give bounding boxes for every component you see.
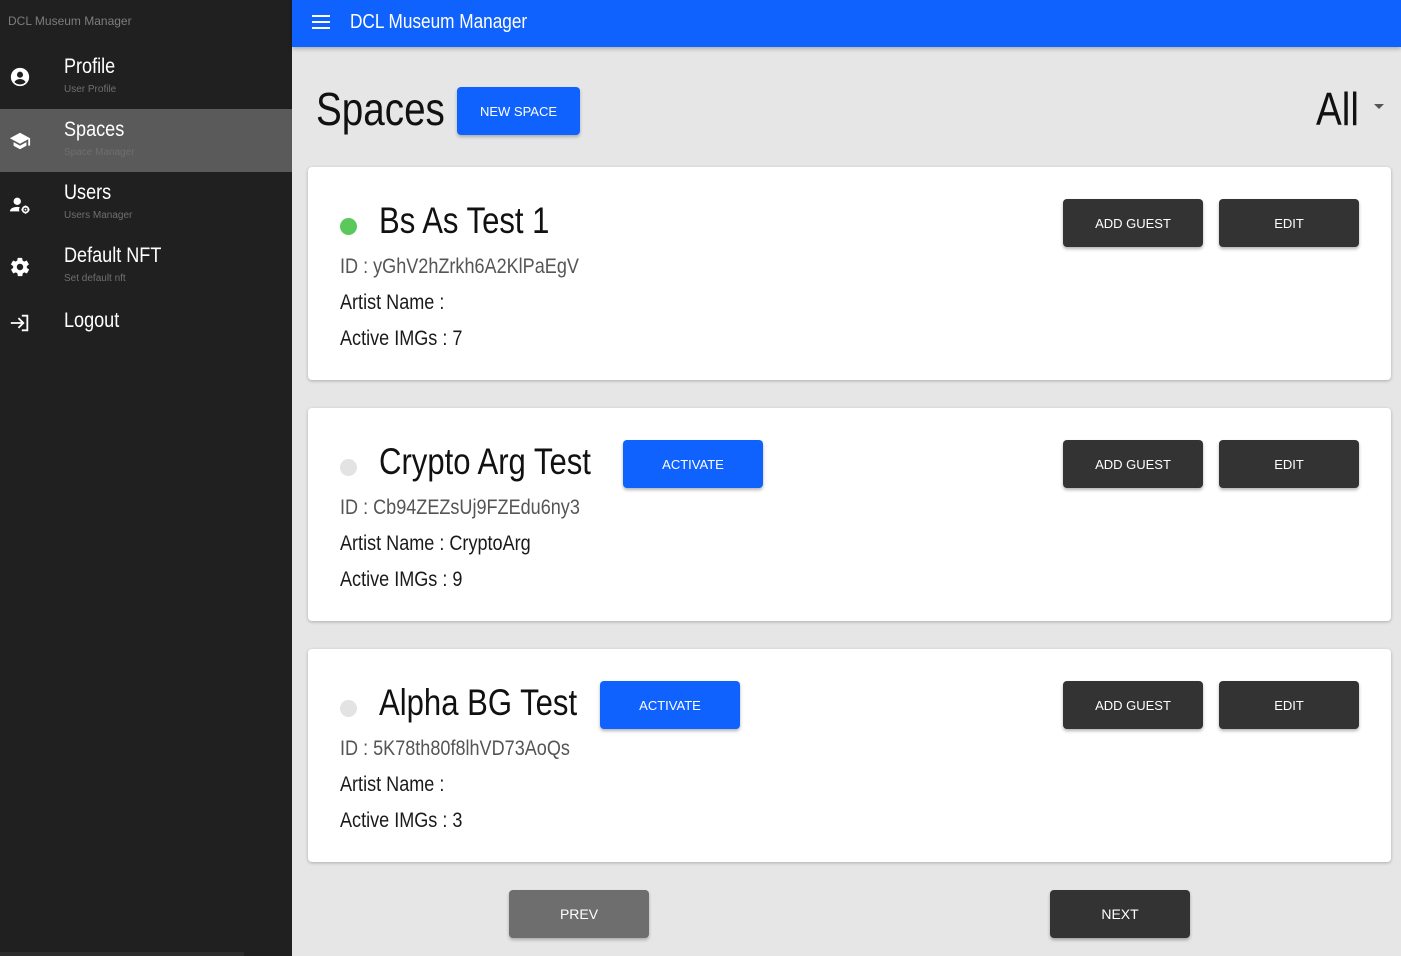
sidebar-item-users[interactable]: Users Users Manager bbox=[0, 172, 292, 235]
status-indicator-dot bbox=[340, 218, 357, 235]
status-indicator-dot bbox=[340, 459, 357, 476]
sidebar-scrollbar[interactable] bbox=[0, 952, 244, 956]
filter-selected-value: All bbox=[1316, 83, 1359, 135]
sidebar-item-sublabel: Users Manager bbox=[64, 210, 133, 221]
next-page-button[interactable]: NEXT bbox=[1050, 890, 1190, 938]
space-id: ID : Cb94ZEZsUj9FZEdu6ny3 bbox=[340, 496, 580, 519]
activate-button[interactable]: ACTIVATE bbox=[600, 681, 740, 729]
status-filter-select[interactable]: All bbox=[1310, 82, 1390, 138]
prev-page-button[interactable]: PREV bbox=[509, 890, 649, 938]
status-indicator-dot bbox=[340, 700, 357, 717]
app-bar-title: DCL Museum Manager bbox=[350, 11, 528, 33]
space-artist-name: Artist Name : bbox=[340, 773, 445, 796]
new-space-button[interactable]: NEW SPACE bbox=[457, 87, 580, 135]
sidebar-item-label: Profile bbox=[64, 55, 116, 78]
space-card: Bs As Test 1 ID : yGhV2hZrkh6A2KlPaEgV A… bbox=[308, 167, 1391, 380]
hamburger-menu-icon[interactable] bbox=[312, 15, 330, 29]
sidebar-item-label: Default NFT bbox=[64, 244, 162, 267]
caret-down-icon bbox=[1374, 104, 1384, 109]
add-guest-button[interactable]: ADD GUEST bbox=[1063, 199, 1203, 247]
space-card: Alpha BG Test ACTIVATE ID : 5K78th80f8lh… bbox=[308, 649, 1391, 862]
sidebar-item-sublabel: Set default nft bbox=[64, 273, 126, 284]
gear-icon bbox=[9, 256, 31, 278]
space-artist-name: Artist Name : CryptoArg bbox=[340, 532, 531, 555]
add-guest-button[interactable]: ADD GUEST bbox=[1063, 681, 1203, 729]
sidebar-item-logout[interactable]: Logout bbox=[0, 298, 292, 361]
edit-button[interactable]: EDIT bbox=[1219, 440, 1359, 488]
space-active-imgs: Active IMGs : 9 bbox=[340, 568, 463, 591]
account-circle-icon bbox=[9, 66, 31, 88]
school-cap-icon bbox=[9, 130, 31, 152]
space-name: Bs As Test 1 bbox=[379, 200, 550, 241]
sidebar-item-sublabel: Space Manager bbox=[64, 147, 135, 158]
space-id: ID : 5K78th80f8lhVD73AoQs bbox=[340, 737, 570, 760]
space-id: ID : yGhV2hZrkh6A2KlPaEgV bbox=[340, 255, 579, 278]
space-active-imgs: Active IMGs : 3 bbox=[340, 809, 463, 832]
sidebar-item-spaces[interactable]: Spaces Space Manager bbox=[0, 109, 292, 172]
space-name: Crypto Arg Test bbox=[379, 441, 591, 482]
sidebar: DCL Museum Manager Profile User Profile … bbox=[0, 0, 292, 956]
manage-accounts-icon bbox=[9, 194, 31, 216]
sidebar-app-title: DCL Museum Manager bbox=[8, 14, 132, 28]
sidebar-item-profile[interactable]: Profile User Profile bbox=[0, 46, 292, 109]
space-name: Alpha BG Test bbox=[379, 682, 578, 723]
space-card: Crypto Arg Test ACTIVATE ID : Cb94ZEZsUj… bbox=[308, 408, 1391, 621]
sidebar-item-label: Users bbox=[64, 181, 112, 204]
logout-icon bbox=[9, 312, 31, 334]
sidebar-item-sublabel: User Profile bbox=[64, 84, 117, 95]
add-guest-button[interactable]: ADD GUEST bbox=[1063, 440, 1203, 488]
space-artist-name: Artist Name : bbox=[340, 291, 445, 314]
sidebar-item-default-nft[interactable]: Default NFT Set default nft bbox=[0, 235, 292, 298]
edit-button[interactable]: EDIT bbox=[1219, 681, 1359, 729]
page-title: Spaces bbox=[316, 83, 445, 135]
space-active-imgs: Active IMGs : 7 bbox=[340, 327, 463, 350]
app-bar: DCL Museum Manager bbox=[292, 0, 1401, 47]
edit-button[interactable]: EDIT bbox=[1219, 199, 1359, 247]
sidebar-item-label: Logout bbox=[64, 309, 120, 332]
sidebar-item-label: Spaces bbox=[64, 118, 125, 141]
activate-button[interactable]: ACTIVATE bbox=[623, 440, 763, 488]
